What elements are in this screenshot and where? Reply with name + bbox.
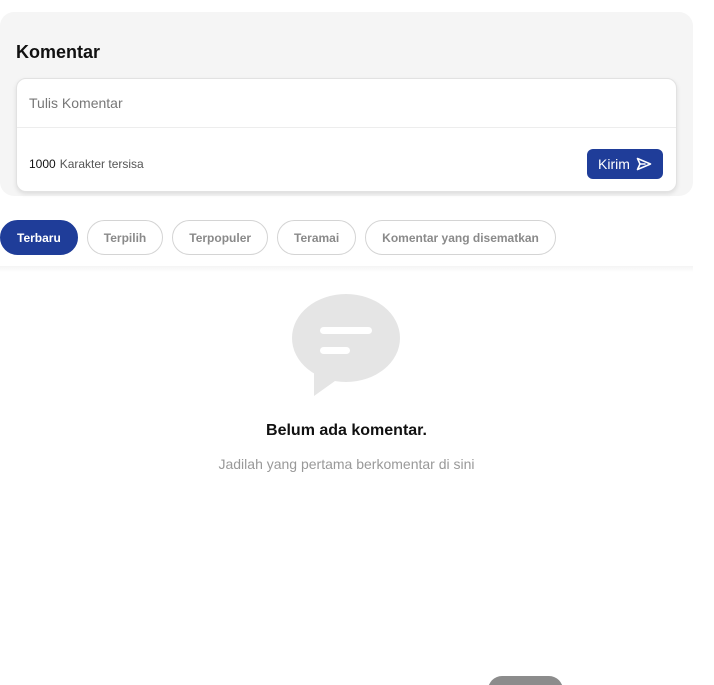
send-icon bbox=[636, 157, 652, 171]
empty-state-subtitle: Jadilah yang pertama berkomentar di sini bbox=[218, 456, 475, 472]
char-counter: 1000 Karakter tersisa bbox=[29, 157, 144, 171]
page: Komentar 1000Karakter tersisa Kirim Terb… bbox=[0, 0, 714, 685]
send-button-label: Kirim bbox=[598, 156, 630, 172]
comment-section-title: Komentar bbox=[16, 42, 101, 62]
chat-bubble-icon bbox=[290, 292, 402, 398]
tab-terbaru[interactable]: Terbaru bbox=[0, 220, 78, 255]
floating-button[interactable] bbox=[488, 676, 563, 685]
tabs-separator bbox=[0, 266, 693, 272]
tab-komentar-disematkan[interactable]: Komentar yang disematkan bbox=[365, 220, 556, 255]
tab-terpopuler[interactable]: Terpopuler bbox=[172, 220, 269, 255]
tab-teramai[interactable]: Teramai bbox=[277, 220, 357, 255]
char-counter-value: 1000 bbox=[29, 157, 56, 171]
comment-panel: Komentar 1000Karakter tersisa Kirim bbox=[0, 12, 693, 196]
tab-terpilih[interactable]: Terpilih bbox=[86, 220, 164, 255]
comment-box: 1000Karakter tersisa Kirim bbox=[16, 78, 677, 192]
comment-input[interactable] bbox=[17, 79, 676, 127]
sort-tabs: Terbaru Terpilih Terpopuler Teramai Kome… bbox=[0, 220, 556, 255]
comment-box-divider bbox=[17, 127, 676, 128]
send-button[interactable]: Kirim bbox=[587, 149, 663, 179]
empty-state-title: Belum ada komentar. bbox=[266, 422, 427, 439]
char-counter-label: Karakter tersisa bbox=[59, 157, 144, 171]
